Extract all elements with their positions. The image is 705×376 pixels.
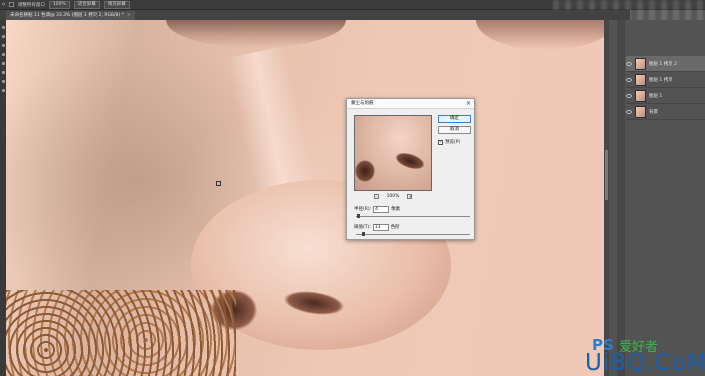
visibility-eye-icon[interactable] (626, 61, 632, 66)
move-tool-icon[interactable] (1, 26, 5, 29)
document-tab[interactable]: 未命名拼贴 11 色调@ 33.3% (图层 1 拷贝 2, RGB/8) * × (6, 11, 135, 20)
zoom-in-icon[interactable]: + (407, 193, 413, 199)
home-icon[interactable]: ⌂ (2, 2, 5, 7)
ok-button[interactable]: 确定 (438, 115, 471, 123)
zoom-100-button[interactable]: 100% (48, 0, 70, 9)
layer-name: 图层 1 拷贝 (649, 77, 673, 83)
scroll-all-windows-checkbox[interactable] (8, 2, 14, 7)
preview-checkbox[interactable]: ✓ (438, 139, 443, 145)
zoom-out-icon[interactable]: - (373, 193, 379, 199)
preview-zoom-controls: - 100% + (354, 193, 432, 199)
layer-name: 图层 1 (649, 93, 663, 99)
document-tab-label: 未命名拼贴 11 色调@ 33.3% (图层 1 拷贝 2, RGB/8) * (10, 13, 124, 18)
site-watermark: PS 爱好者 UiBQ.CoM (585, 336, 705, 376)
preview-label: 预览(P) (445, 140, 461, 145)
filter-preview[interactable] (354, 115, 432, 191)
layer-row[interactable]: 图层 1 (626, 88, 705, 104)
cancel-button[interactable]: 取消 (438, 126, 471, 134)
panel-dock-strip (617, 20, 625, 376)
dialog-title: 蒙尘与划痕 (351, 101, 374, 106)
radius-input[interactable]: 4 (373, 205, 390, 213)
watermark-domain: UiBQ.CoM (585, 350, 705, 376)
radius-slider[interactable] (356, 214, 470, 218)
marquee-tool-icon[interactable] (1, 35, 5, 38)
layer-row[interactable]: 图层 1 拷贝 (626, 72, 705, 88)
lasso-tool-icon[interactable] (1, 44, 5, 47)
threshold-label: 阈值(T): (354, 225, 371, 230)
layer-row[interactable]: 背景 (626, 104, 705, 120)
layer-thumbnail (635, 89, 646, 102)
radius-unit: 像素 (391, 207, 401, 212)
scrollbar-thumb[interactable] (605, 150, 608, 200)
dialog-title-bar[interactable]: 蒙尘与划痕 × (347, 99, 474, 109)
scroll-all-windows-label: 调整所有窗口 (17, 2, 45, 8)
canvas-eye-area-right (476, 20, 604, 50)
fit-screen-button[interactable]: 适合屏幕 (73, 0, 100, 9)
radius-slider-knob[interactable] (357, 214, 360, 218)
text-tool-icon[interactable] (1, 80, 5, 83)
preview-option[interactable]: ✓ 预览(P) (438, 139, 460, 145)
eraser-tool-icon[interactable] (1, 71, 5, 74)
threshold-slider-knob[interactable] (362, 232, 365, 236)
layer-name: 背景 (649, 109, 658, 115)
threshold-row: 阈值(T): 13 色阶 (354, 223, 472, 231)
preview-nostril (355, 160, 375, 182)
visibility-eye-icon[interactable] (626, 109, 632, 114)
threshold-slider[interactable] (356, 232, 470, 236)
visibility-eye-icon[interactable] (626, 77, 632, 82)
radius-row: 半径(R): 4 像素 (354, 205, 472, 213)
brush-tool-icon[interactable] (1, 62, 5, 65)
layer-thumbnail (635, 73, 646, 86)
radius-label: 半径(R): (354, 207, 372, 212)
fill-screen-button[interactable]: 填充屏幕 (103, 0, 130, 9)
threshold-unit: 色阶 (390, 225, 400, 230)
canvas-eye-area (166, 20, 346, 48)
layer-thumbnail (635, 57, 646, 70)
zoom-tool-icon[interactable] (1, 89, 5, 92)
close-icon[interactable]: × (466, 99, 471, 109)
dust-and-scratches-dialog: 蒙尘与划痕 × - 100% + 确定 取消 ✓ 预览(P) 半径(R): 4 … (346, 98, 475, 240)
canvas-hair (6, 290, 236, 376)
crop-tool-icon[interactable] (1, 53, 5, 56)
image-canvas[interactable] (6, 20, 604, 376)
document-tab-bar: 未命名拼贴 11 色调@ 33.3% (图层 1 拷贝 2, RGB/8) * × (0, 10, 630, 20)
close-icon[interactable]: × (127, 13, 131, 18)
threshold-input[interactable]: 13 (372, 223, 389, 231)
layer-row[interactable]: 图层 1 拷贝 2 (626, 56, 705, 72)
brush-cursor (216, 181, 221, 186)
layer-thumbnail (635, 105, 646, 118)
preview-nostril (393, 149, 427, 173)
visibility-eye-icon[interactable] (626, 93, 632, 98)
zoom-level: 100% (386, 193, 400, 199)
layer-name: 图层 1 拷贝 2 (649, 61, 678, 67)
